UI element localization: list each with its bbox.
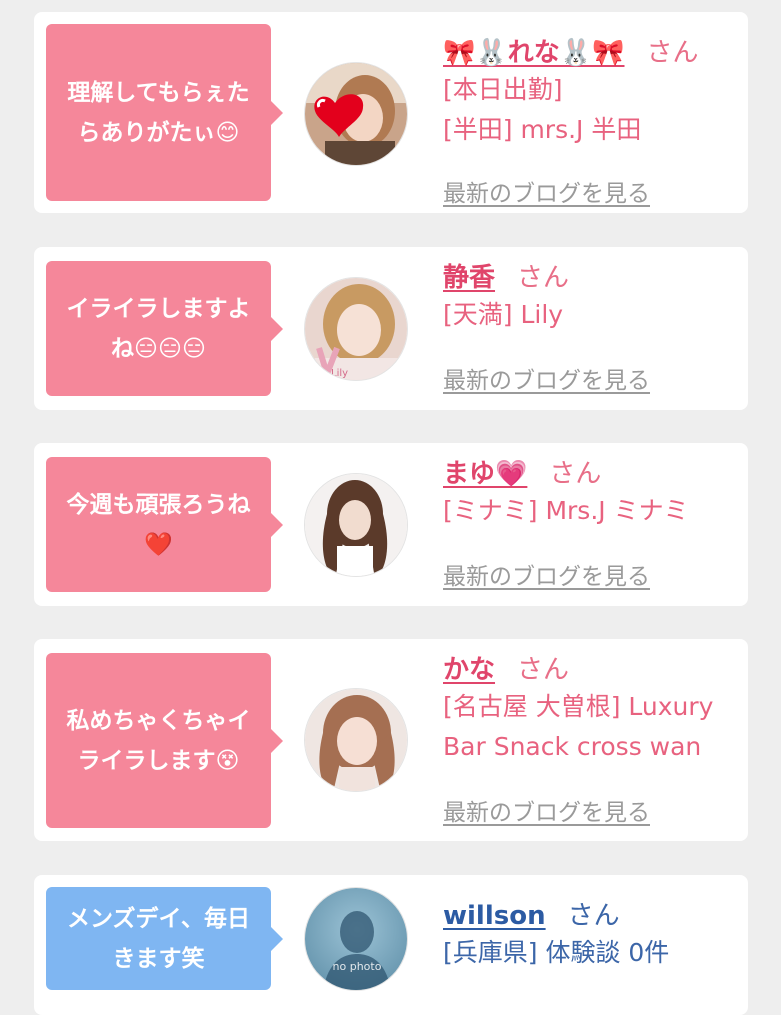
review-detail: [兵庫県] 体験談 0件 [443,938,670,967]
latest-blog-link[interactable]: 最新のブログを見る [443,361,650,395]
user-card: イライラしますよね😑😑😑 Lily 静香 さん [天満] Lily 最新のブログを… [34,247,748,410]
comment-text: 今週も頑張ろうね❤️ [66,491,251,558]
user-name-link[interactable]: 静香 [443,263,495,293]
comment-text: メンズデイ、毎日きます笑 [66,905,251,972]
shop-detail: [名古屋 大曽根] Luxury Bar Snack cross wan [443,692,714,761]
user-card: 理解してもらぇたらありがたぃ😊 🎀🐰れな🐰🎀 さん [本日出勤] [半田] mrs… [34,12,748,213]
comment-bubble: メンズデイ、毎日きます笑 [46,887,283,990]
comment-text: 理解してもらぇたらありがたぃ😊 [67,79,250,146]
latest-blog-link[interactable]: 最新のブログを見る [443,793,650,827]
shop-detail: [天満] Lily [443,300,564,329]
comment-text: 私めちゃくちゃイライラします😵 [66,707,251,774]
user-card: メンズデイ、毎日きます笑 no photo willson さん [兵庫県] 体験… [34,875,748,1015]
honorific: さん [567,901,620,931]
woman-photo-icon: Lily [305,278,407,380]
honorific: さん [646,38,699,68]
avatar[interactable] [304,62,408,166]
comment-bubble: 私めちゃくちゃイライラします😵 [46,653,283,828]
name-line: かな さん [443,653,738,687]
user-card: 今週も頑張ろうね❤️ まゆ💗 さん [ミナミ] Mrs.J ミナミ 最新のブログを… [34,443,748,606]
no-photo-silhouette-icon: no photo [305,888,407,990]
user-card: 私めちゃくちゃイライラします😵 かな さん [名古屋 大曽根] Luxury Ba… [34,639,748,841]
avatar[interactable] [304,688,408,792]
shop-detail: [本日出勤] [443,75,563,104]
honorific: さん [517,263,570,293]
shop-detail: [半田] mrs.J 半田 [443,115,642,144]
woman-photo-icon [305,474,407,576]
user-name-link[interactable]: 🎀🐰れな🐰🎀 [443,38,625,68]
comment-bubble: 今週も頑張ろうね❤️ [46,457,283,592]
user-info: 🎀🐰れな🐰🎀 さん [本日出勤] [半田] mrs.J 半田 最新のブログを見る [443,36,738,207]
svg-text:Lily: Lily [331,368,348,379]
user-info: まゆ💗 さん [ミナミ] Mrs.J ミナミ 最新のブログを見る [443,457,738,590]
woman-photo-icon [305,689,407,791]
user-info: 静香 さん [天満] Lily 最新のブログを見る [443,261,738,394]
latest-blog-link[interactable]: 最新のブログを見る [443,557,650,591]
user-name-link[interactable]: まゆ💗 [443,459,527,489]
avatar[interactable]: Lily [304,277,408,381]
comment-text: イライラしますよね😑😑😑 [66,295,251,362]
name-line: まゆ💗 さん [443,457,738,491]
user-info: willson さん [兵庫県] 体験談 0件 [443,899,738,973]
name-line: willson さん [443,899,738,933]
shop-detail: [ミナミ] Mrs.J ミナミ [443,496,689,525]
honorific: さん [517,655,570,685]
honorific: さん [549,459,602,489]
woman-photo-heart-sticker-icon [305,63,407,165]
name-line: 静香 さん [443,261,738,295]
user-name-link[interactable]: かな [443,655,495,685]
latest-blog-link[interactable]: 最新のブログを見る [443,174,650,208]
name-line: 🎀🐰れな🐰🎀 さん [443,36,738,70]
avatar[interactable] [304,473,408,577]
user-name-link[interactable]: willson [443,901,546,931]
no-photo-text: no photo [333,960,382,973]
comment-bubble: イライラしますよね😑😑😑 [46,261,283,396]
avatar[interactable]: no photo [304,887,408,991]
comment-bubble: 理解してもらぇたらありがたぃ😊 [46,24,283,201]
user-info: かな さん [名古屋 大曽根] Luxury Bar Snack cross wa… [443,653,738,826]
